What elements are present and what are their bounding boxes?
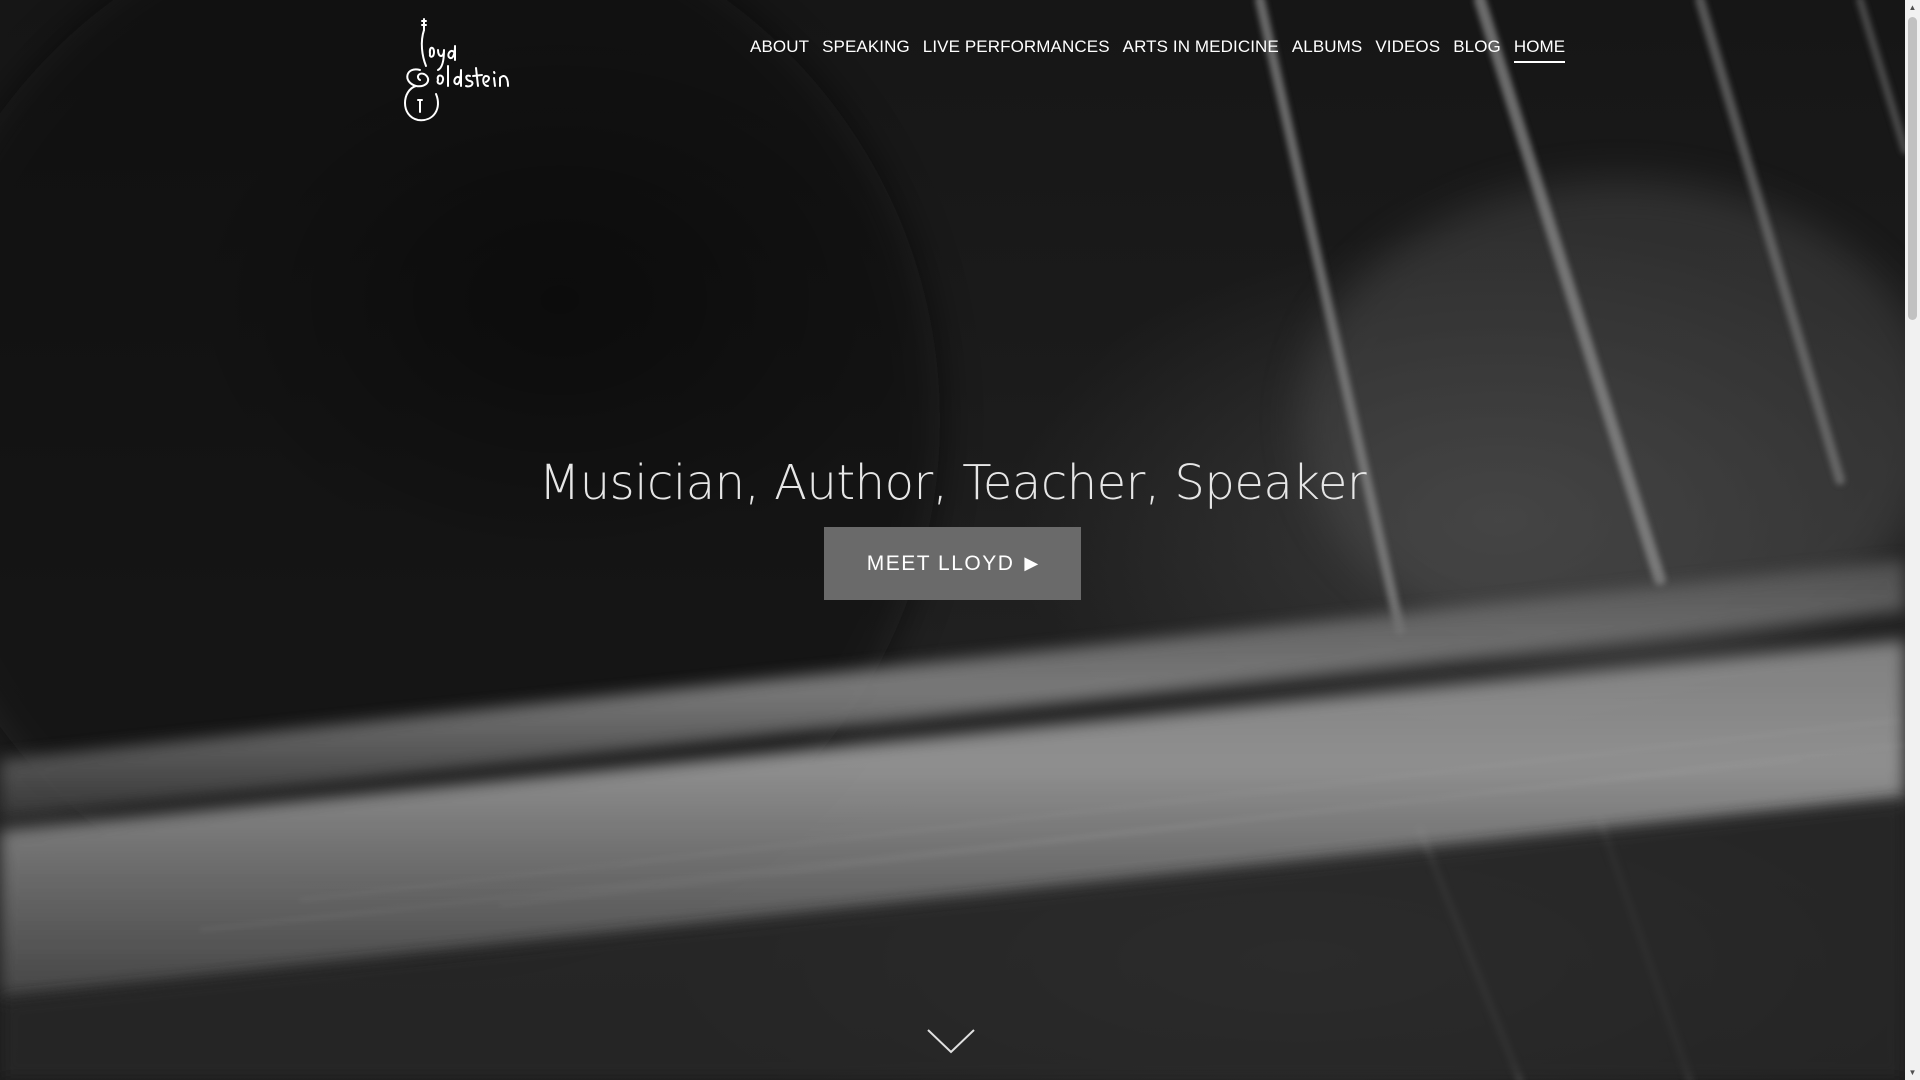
nav-link-live-performances[interactable]: LIVE PERFORMANCES — [923, 36, 1110, 61]
meet-lloyd-button[interactable]: MEET LLOYD ▶ — [824, 527, 1081, 600]
hero-tagline: Musician, Author, Teacher, Speaker — [538, 455, 1367, 511]
main-navigation: ABOUT SPEAKING LIVE PERFORMANCES ARTS IN… — [750, 36, 1566, 63]
nav-item-speaking: SPEAKING — [822, 36, 910, 63]
scrollbar-thumb[interactable] — [1908, 17, 1917, 320]
page: ABOUT SPEAKING LIVE PERFORMANCES ARTS IN… — [0, 0, 1920, 1080]
nav-item-home: HOME — [1513, 36, 1566, 63]
scroll-down-arrow-icon[interactable]: ▼ — [1905, 1065, 1920, 1080]
nav-item-about: ABOUT — [750, 36, 809, 63]
nav-link-blog[interactable]: BLOG — [1453, 36, 1501, 61]
nav-item-blog: BLOG — [1453, 36, 1501, 63]
scroll-down-chevron-icon[interactable] — [926, 1026, 976, 1056]
chevron-down-icon — [927, 1029, 975, 1054]
nav-link-albums[interactable]: ALBUMS — [1292, 36, 1363, 61]
nav-item-arts-in-medicine: ARTS IN MEDICINE — [1123, 36, 1279, 63]
nav-link-about[interactable]: ABOUT — [750, 36, 809, 61]
nav-item-albums: ALBUMS — [1292, 36, 1363, 63]
nav-link-videos[interactable]: VIDEOS — [1375, 36, 1440, 61]
nav-item-live-performances: LIVE PERFORMANCES — [923, 36, 1110, 63]
nav-link-arts-in-medicine[interactable]: ARTS IN MEDICINE — [1123, 36, 1279, 61]
nav-link-speaking[interactable]: SPEAKING — [822, 36, 910, 61]
page-scrollbar[interactable]: ▲ ▼ — [1905, 0, 1920, 1080]
scroll-up-arrow-icon[interactable]: ▲ — [1905, 0, 1920, 15]
play-triangle-icon: ▶ — [1024, 553, 1039, 573]
nav-link-home[interactable]: HOME — [1513, 36, 1566, 63]
meet-lloyd-button-label: MEET LLOYD — [866, 551, 1015, 575]
logo-signature-icon — [404, 18, 509, 122]
nav-item-videos: VIDEOS — [1375, 36, 1440, 63]
site-logo[interactable] — [398, 16, 522, 124]
